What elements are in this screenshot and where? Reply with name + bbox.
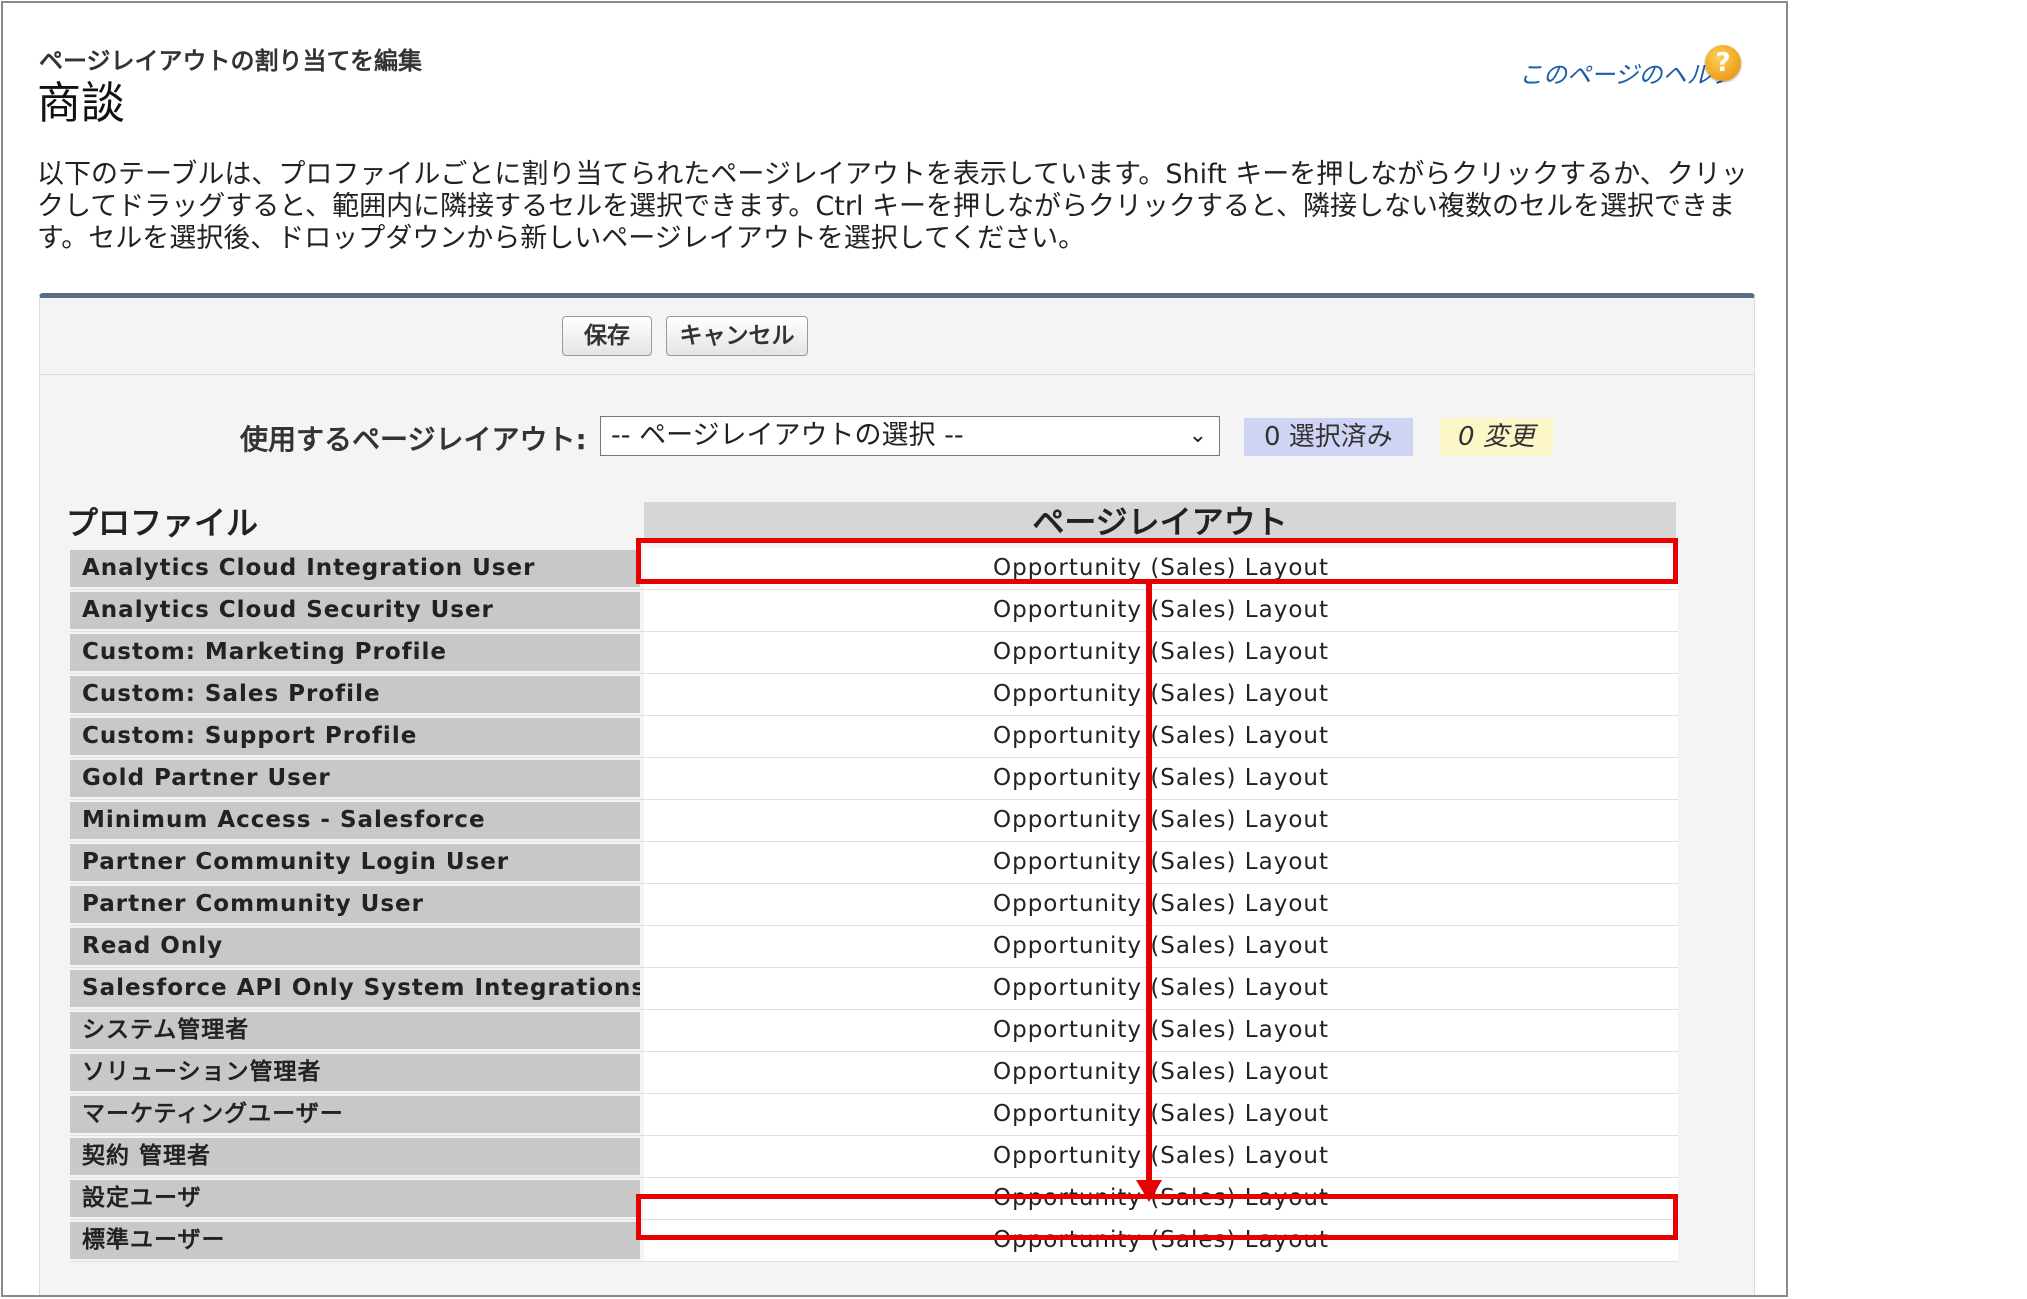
page-layout-select-value: -- ページレイアウトの選択 --: [611, 420, 964, 451]
chevron-down-icon: ⌄: [1188, 423, 1207, 448]
layout-cell[interactable]: Opportunity (Sales) Layout: [644, 926, 1678, 967]
profile-cell: Analytics Cloud Security User: [70, 592, 640, 629]
layout-cell[interactable]: Opportunity (Sales) Layout: [644, 632, 1678, 673]
layout-assignment-panel: 保存 キャンセル 使用するページレイアウト: -- ページレイアウトの選択 --…: [39, 293, 1755, 1295]
page-title: 商談: [37, 78, 125, 129]
profile-cell: システム管理者: [70, 1012, 640, 1049]
profile-cell: ソリューション管理者: [70, 1054, 640, 1091]
page-layout-select[interactable]: -- ページレイアウトの選択 -- ⌄: [600, 416, 1220, 456]
layout-cell[interactable]: Opportunity (Sales) Layout: [644, 1052, 1678, 1093]
profile-cell: Salesforce API Only System Integrations: [70, 970, 640, 1007]
profile-cell: Custom: Sales Profile: [70, 676, 640, 713]
layout-cell[interactable]: Opportunity (Sales) Layout: [644, 1136, 1678, 1177]
layout-cell[interactable]: Opportunity (Sales) Layout: [644, 716, 1678, 757]
layout-cell[interactable]: Opportunity (Sales) Layout: [644, 758, 1678, 799]
table-row: Minimum Access - Salesforce Opportunity (…: [70, 800, 1678, 842]
table-row: Analytics Cloud Security User Opportunity…: [70, 590, 1678, 632]
table-row: マーケティングユーザー Opportunity (Sales) Layout: [70, 1094, 1678, 1136]
table-row: Read Only Opportunity (Sales) Layout: [70, 926, 1678, 968]
profile-cell: Custom: Support Profile: [70, 718, 640, 755]
profile-cell: マーケティングユーザー: [70, 1096, 640, 1133]
assignment-table: Analytics Cloud Integration User Opportun…: [70, 548, 1678, 1262]
arrow-down-icon: [1136, 1180, 1162, 1202]
table-row: 契約 管理者 Opportunity (Sales) Layout: [70, 1136, 1678, 1178]
layout-cell[interactable]: Opportunity (Sales) Layout: [644, 674, 1678, 715]
profile-cell: 標準ユーザー: [70, 1222, 640, 1259]
table-row: システム管理者 Opportunity (Sales) Layout: [70, 1010, 1678, 1052]
layout-cell[interactable]: Opportunity (Sales) Layout: [644, 1094, 1678, 1135]
help-icon[interactable]: ?: [1705, 45, 1741, 81]
profile-cell: Read Only: [70, 928, 640, 965]
profile-cell: Partner Community User: [70, 886, 640, 923]
changed-count-badge: 0 変更: [1440, 418, 1553, 456]
profile-cell: Gold Partner User: [70, 760, 640, 797]
profile-cell: 契約 管理者: [70, 1138, 640, 1175]
layout-cell[interactable]: Opportunity (Sales) Layout: [644, 968, 1678, 1009]
highlight-box-first-row: [636, 538, 1678, 584]
layout-cell[interactable]: Opportunity (Sales) Layout: [644, 842, 1678, 883]
selected-count-badge: 0 選択済み: [1244, 418, 1413, 456]
cancel-button[interactable]: キャンセル: [666, 316, 808, 356]
profile-cell: 設定ユーザ: [70, 1180, 640, 1217]
table-row: ソリューション管理者 Opportunity (Sales) Layout: [70, 1052, 1678, 1094]
profile-cell: Custom: Marketing Profile: [70, 634, 640, 671]
page-frame: ページレイアウトの割り当てを編集 商談 このページのヘルプ ? 以下のテーブルは…: [1, 1, 1788, 1297]
table-row: Partner Community Login User Opportunity …: [70, 842, 1678, 884]
profile-cell: Partner Community Login User: [70, 844, 640, 881]
help-link[interactable]: このページのヘルプ: [1519, 55, 1735, 90]
table-row: Partner Community User Opportunity (Sales…: [70, 884, 1678, 926]
layout-cell[interactable]: Opportunity (Sales) Layout: [644, 1010, 1678, 1051]
layout-cell[interactable]: Opportunity (Sales) Layout: [644, 884, 1678, 925]
table-row: Custom: Support Profile Opportunity (Sale…: [70, 716, 1678, 758]
drag-arrow-line: [1146, 580, 1152, 1185]
save-button[interactable]: 保存: [562, 316, 652, 356]
table-row: Custom: Marketing Profile Opportunity (Sa…: [70, 632, 1678, 674]
layout-cell[interactable]: Opportunity (Sales) Layout: [644, 590, 1678, 631]
layout-column-header: ページレイアウト: [644, 502, 1676, 542]
table-row: Custom: Sales Profile Opportunity (Sales)…: [70, 674, 1678, 716]
profile-cell: Minimum Access - Salesforce: [70, 802, 640, 839]
layout-cell[interactable]: Opportunity (Sales) Layout: [644, 800, 1678, 841]
page-description: 以下のテーブルは、プロファイルごとに割り当てられたページレイアウトを表示していま…: [37, 159, 1748, 254]
button-bar: 保存 キャンセル: [40, 298, 1754, 375]
profile-cell: Analytics Cloud Integration User: [70, 550, 640, 587]
table-row: Gold Partner User Opportunity (Sales) Lay…: [70, 758, 1678, 800]
table-row: Salesforce API Only System Integrations O…: [70, 968, 1678, 1010]
layout-select-label: 使用するページレイアウト:: [240, 423, 587, 456]
profile-column-header: プロファイル: [66, 504, 259, 542]
